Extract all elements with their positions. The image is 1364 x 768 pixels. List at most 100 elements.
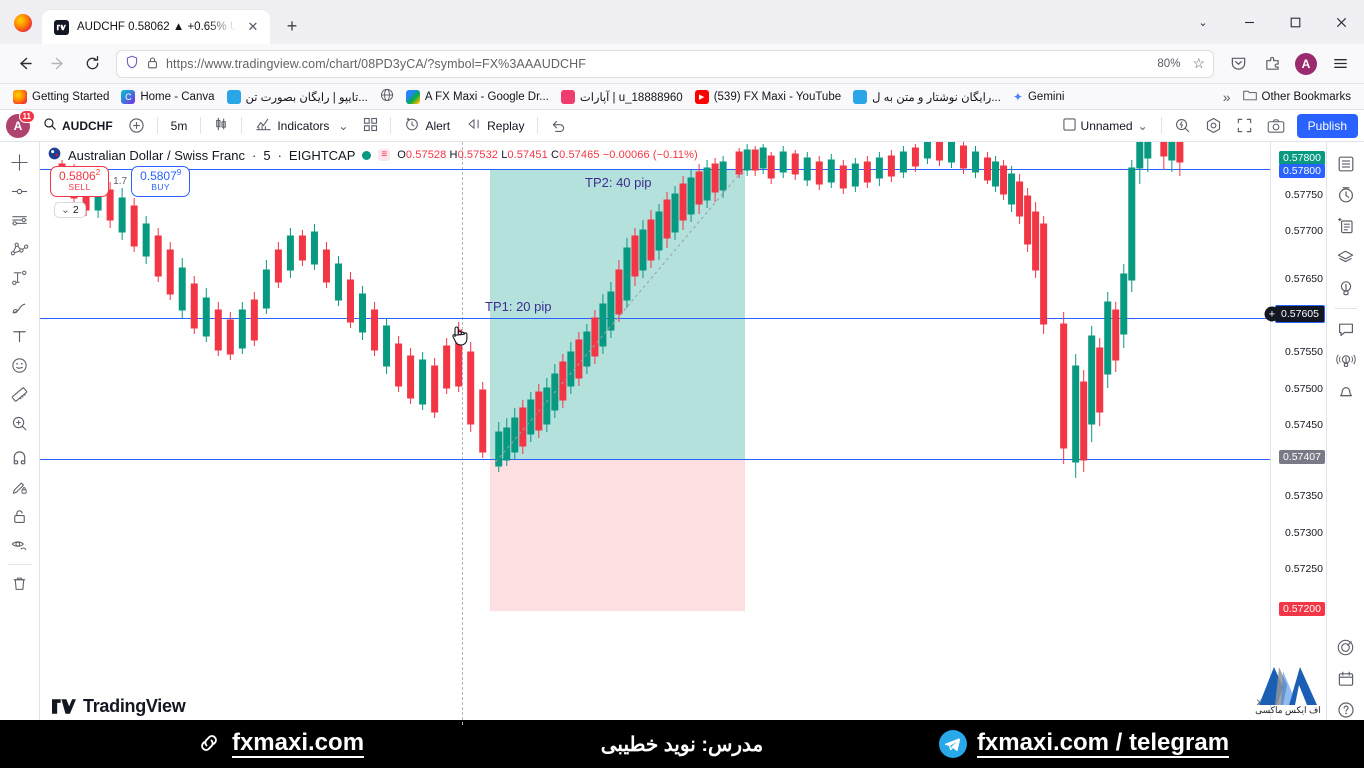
fullscreen-button[interactable] <box>1230 113 1259 139</box>
add-symbol-button[interactable] <box>122 113 151 139</box>
chevron-down-icon[interactable]: ⌄ <box>1138 119 1148 133</box>
zoom-in-icon[interactable] <box>4 409 36 438</box>
toolbar-divider <box>390 117 392 134</box>
back-button[interactable] <box>8 49 40 79</box>
magnet-icon[interactable] <box>4 444 36 473</box>
snapshot-button[interactable] <box>1261 113 1291 139</box>
bookmark-item[interactable]: تایپو | رایگان بصورت تن... <box>222 88 373 106</box>
bookmark-item[interactable]: Getting Started <box>8 88 114 106</box>
interval-button[interactable]: 5m <box>164 113 195 139</box>
forward-button <box>42 49 74 79</box>
chart-type-button[interactable] <box>207 113 235 139</box>
lock-drawings-icon[interactable] <box>4 502 36 531</box>
horizontal-lines-icon[interactable] <box>4 206 36 235</box>
toolbar-divider <box>1334 308 1357 309</box>
app-menu-button[interactable] <box>1324 49 1356 79</box>
price-axis[interactable]: 0.57800 0.57800 0.57750 0.57700 0.57650 … <box>1264 142 1326 725</box>
price-tick: 0.57500 <box>1285 383 1323 395</box>
reload-button[interactable] <box>76 49 108 79</box>
measure-ruler-icon[interactable] <box>4 380 36 409</box>
canva-icon: C <box>121 89 136 104</box>
new-tab-button[interactable]: + <box>278 12 306 40</box>
zoom-level-badge[interactable]: 80% <box>1152 57 1185 71</box>
banner-left-site: fxmaxi.com <box>231 729 365 758</box>
emoji-icon[interactable] <box>4 351 36 380</box>
candles-icon <box>213 116 229 135</box>
remove-drawings-icon[interactable] <box>4 569 36 598</box>
tab-close-icon[interactable]: ✕ <box>244 18 262 36</box>
tab-list-chevron-icon[interactable]: ⌄ <box>1180 0 1226 44</box>
calendar-clock-icon[interactable] <box>1331 179 1361 210</box>
bookmarks-overflow-button[interactable]: » <box>1218 87 1236 107</box>
trade-sell-buy-widget[interactable]: 0.58062 SELL 1.7 0.58079 BUY <box>50 166 191 197</box>
legend-sep: · <box>252 147 257 163</box>
undo-button[interactable] <box>544 113 573 139</box>
drawing-toolbar <box>0 142 40 725</box>
extensions-icon[interactable] <box>1256 49 1288 79</box>
calendar-icon[interactable] <box>1331 663 1361 694</box>
bookmark-label: Getting Started <box>32 90 110 103</box>
browser-tabstrip-area: AUDCHF 0.58062 ▲ +0.65% Un ✕ + ⌄ <box>0 0 1364 44</box>
legend-settings-chip-icon[interactable]: ≡ <box>378 149 391 161</box>
bookmark-item[interactable]: A FX Maxi - Google Dr... <box>401 88 554 106</box>
symbol-search-button[interactable]: AUDCHF <box>36 113 120 139</box>
legend-symbol-title[interactable]: Australian Dollar / Swiss Franc <box>68 148 245 163</box>
window-close-button[interactable] <box>1318 0 1364 44</box>
object-tree-icon[interactable] <box>1331 241 1361 272</box>
alerts-bell-icon[interactable] <box>1331 376 1361 407</box>
hide-drawings-icon[interactable] <box>4 531 36 560</box>
chart-legend: Australian Dollar / Swiss Franc · 5 · EI… <box>48 147 698 163</box>
chart-settings-button[interactable] <box>1199 113 1228 139</box>
ohlc-low: 0.57451 <box>507 149 548 161</box>
other-bookmarks-folder[interactable]: Other Bookmarks <box>1238 87 1356 106</box>
bookmark-item[interactable]: ✦ Gemini <box>1008 88 1070 106</box>
bookmark-star-icon[interactable]: ☆ <box>1192 55 1205 72</box>
order-quantity-selector[interactable]: ⌄ 2 <box>54 202 86 218</box>
ideas-icon[interactable] <box>1331 272 1361 303</box>
trading-panel-icon[interactable] <box>1331 632 1361 663</box>
chat-icon[interactable] <box>1331 314 1361 345</box>
layout-name-button[interactable]: Unnamed ⌄ <box>1056 113 1155 139</box>
broadcast-ideas-icon[interactable] <box>1331 345 1361 376</box>
trend-line-icon[interactable] <box>4 177 36 206</box>
stay-in-drawing-mode-icon[interactable] <box>4 473 36 502</box>
bookmark-label: Home - Canva <box>140 90 215 103</box>
bookmark-item[interactable]: ▶ (539) FX Maxi - YouTube <box>690 88 846 106</box>
buy-button[interactable]: 0.58079 BUY <box>131 166 191 197</box>
text-icon[interactable] <box>4 322 36 351</box>
google-drive-icon <box>405 89 420 104</box>
bookmark-item[interactable]: C Home - Canva <box>116 88 219 106</box>
window-minimize-button[interactable] <box>1226 0 1272 44</box>
data-window-icon[interactable] <box>1331 210 1361 241</box>
chart-canvas[interactable]: Australian Dollar / Swiss Franc · 5 · EI… <box>40 142 1270 725</box>
aparat-icon <box>560 89 575 104</box>
bookmark-item[interactable]: آپارات | u_18888960 <box>556 88 688 106</box>
bookmark-label: آپارات | u_18888960 <box>579 91 683 104</box>
cross-cursor-icon[interactable] <box>4 148 36 177</box>
window-maximize-button[interactable] <box>1272 0 1318 44</box>
sell-price: 0.58062 <box>59 168 101 183</box>
watchlist-icon[interactable] <box>1331 148 1361 179</box>
quick-search-button[interactable] <box>1168 113 1197 139</box>
bookmark-item[interactable]: رایگان نوشتار و متن به ل... <box>848 88 1006 106</box>
sell-button[interactable]: 0.58062 SELL <box>50 166 110 197</box>
forecast-position-icon[interactable] <box>4 264 36 293</box>
pocket-save-icon[interactable] <box>1222 49 1254 79</box>
add-order-plus-icon[interactable]: + <box>1264 306 1280 322</box>
publish-button[interactable]: Publish <box>1296 113 1358 138</box>
brush-icon[interactable] <box>4 293 36 322</box>
app-root: AUDCHF 0.58062 ▲ +0.65% Un ✕ + ⌄ https:/… <box>0 0 1364 768</box>
notification-badge: 11 <box>18 109 35 123</box>
indicators-button[interactable]: Indicators ⌄ <box>248 113 355 139</box>
alert-button[interactable]: Alert <box>397 113 457 139</box>
account-avatar[interactable]: A <box>1290 49 1322 79</box>
gann-fib-icon[interactable] <box>4 235 36 264</box>
bookmark-item[interactable] <box>375 86 399 107</box>
browser-tab[interactable]: AUDCHF 0.58062 ▲ +0.65% Un ✕ <box>42 10 270 44</box>
user-avatar-button[interactable]: A 11 <box>6 109 35 138</box>
replay-button[interactable]: Replay <box>459 113 531 139</box>
address-bar[interactable]: https://www.tradingview.com/chart/08PD3y… <box>116 49 1214 78</box>
indicators-label: Indicators <box>277 118 330 133</box>
templates-button[interactable] <box>357 113 384 139</box>
chevron-down-icon[interactable]: ⌄ <box>338 119 348 133</box>
